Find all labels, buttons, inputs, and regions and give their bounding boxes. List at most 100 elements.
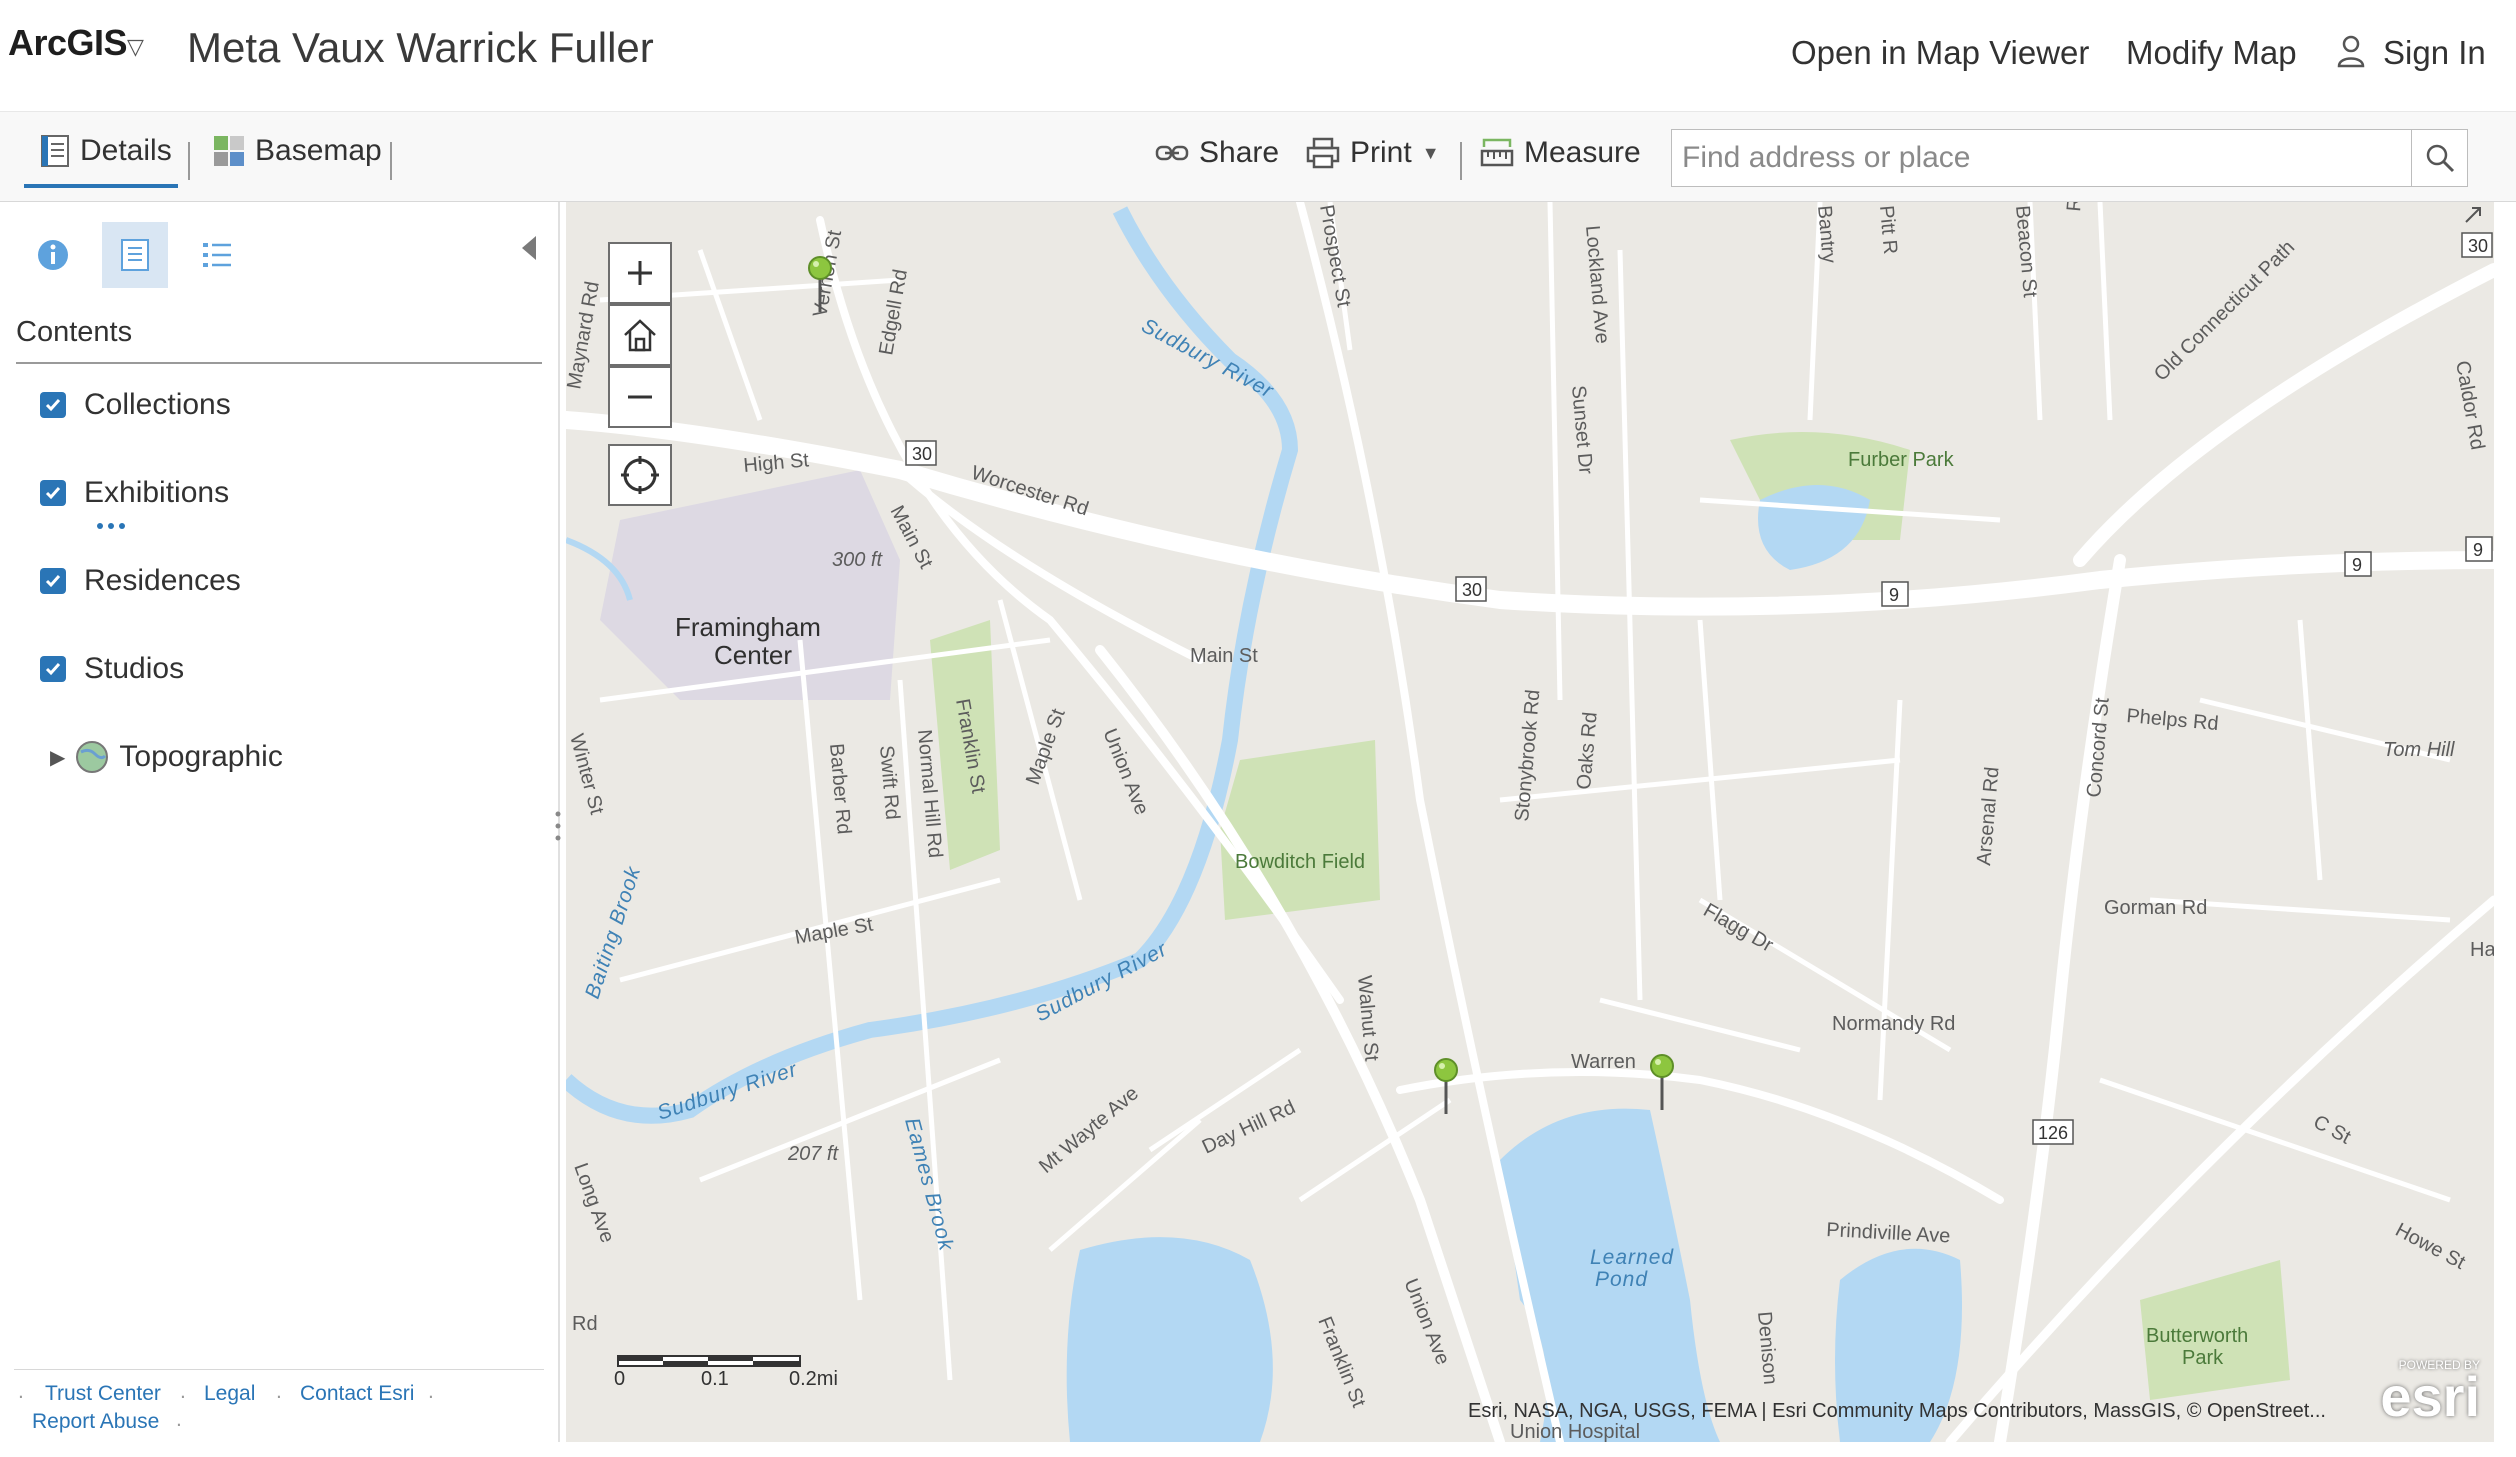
divider [188, 142, 190, 180]
home-button[interactable] [608, 304, 672, 366]
divider [390, 142, 392, 180]
basemap-globe-icon [76, 741, 109, 773]
chevron-down-icon[interactable]: ▽ [127, 34, 144, 60]
street-label: Ha [2470, 939, 2494, 961]
zoom-out-button[interactable] [608, 366, 672, 428]
printer-icon [1306, 137, 1340, 169]
checkbox-checked[interactable] [40, 392, 66, 418]
info-icon [38, 240, 68, 270]
layer-item-residences[interactable]: Residences [40, 564, 241, 598]
place-label: Center [714, 640, 792, 670]
route-shield-label: 9 [1889, 585, 1899, 605]
search-button[interactable] [2411, 130, 2467, 186]
map-view[interactable]: Framingham Center Furber Park Bowditch F… [566, 202, 2494, 1442]
expand-icon[interactable] [2465, 207, 2481, 223]
street-label: Swift Rd [875, 745, 903, 821]
separator-dot: . [180, 1380, 186, 1403]
search-input[interactable] [1682, 130, 2382, 186]
esri-logo[interactable]: POWERED BY esri [2356, 1358, 2480, 1428]
contents-heading: Contents [16, 316, 133, 348]
legend-list-icon [203, 243, 231, 267]
street-label: Concord St [2083, 696, 2114, 798]
window-edge [2494, 202, 2516, 1442]
measure-button[interactable]: Measure [1480, 136, 1641, 170]
panel-resize-handle[interactable] [554, 808, 562, 848]
divider [14, 1369, 544, 1370]
open-in-map-viewer-link[interactable]: Open in Map Viewer [1791, 34, 2089, 72]
route-shield-label: 126 [2038, 1123, 2068, 1143]
route-shield-label: 9 [2473, 540, 2483, 560]
street-label: Long Ave [569, 1160, 618, 1246]
park-label: Furber Park [1848, 449, 1955, 471]
water-label: Baiting Brook [581, 863, 646, 1002]
street-label: Gorman Rd [2104, 897, 2207, 919]
elevation-label: 300 ft [832, 549, 883, 571]
separator-dot: . [276, 1380, 282, 1403]
street-label: Lockland Ave [1581, 225, 1613, 345]
legend-tab[interactable] [184, 222, 250, 288]
pond-southwest [1066, 1237, 1273, 1442]
street-label: Stonybrook Rd [1511, 689, 1544, 823]
checkbox-checked[interactable] [40, 656, 66, 682]
route-shield-label: 30 [1462, 580, 1482, 600]
layer-item-studios[interactable]: Studios [40, 652, 184, 686]
trust-center-link[interactable]: Trust Center [45, 1382, 161, 1406]
basemap-tab[interactable]: Basemap [213, 134, 382, 168]
link-icon [1155, 145, 1189, 161]
arcgis-logo[interactable]: ArcGIS [8, 22, 128, 64]
street-label: Normandy Rd [1832, 1013, 1955, 1035]
street-label: Old Connecticut Path [2150, 236, 2299, 385]
layer-item-collections[interactable]: Collections [40, 388, 231, 422]
street-label: Rd [572, 1313, 598, 1335]
share-button[interactable]: Share [1155, 136, 1279, 170]
layer-item-topographic[interactable]: ▶ Topographic [50, 740, 283, 774]
map-attribution[interactable]: Esri, NASA, NGA, USGS, FEMA | Esri Commu… [1468, 1400, 2326, 1423]
location-pin[interactable] [1650, 1054, 1674, 1110]
street-label: Prindiville Ave [1826, 1219, 1951, 1247]
street-label: Arsenal Rd [1973, 766, 2004, 866]
modify-map-link[interactable]: Modify Map [2126, 34, 2297, 72]
layer-item-exhibitions[interactable]: Exhibitions [40, 476, 229, 510]
divider [16, 362, 542, 364]
expand-caret-icon[interactable]: ▶ [50, 745, 65, 770]
street-label: Winter St [566, 732, 608, 818]
water-label: Eames Brook [900, 1115, 958, 1254]
water-label: Pond [1595, 1268, 1648, 1291]
layer-label: Topographic [119, 740, 283, 773]
street-label: Franklin St [1313, 1314, 1369, 1411]
user-icon[interactable] [2337, 34, 2365, 68]
basemap-layer[interactable]: Framingham Center Furber Park Bowditch F… [566, 202, 2494, 1442]
park-label: Butterworth [2146, 1325, 2248, 1347]
plus-icon [628, 261, 652, 285]
contact-esri-link[interactable]: Contact Esri [300, 1382, 414, 1406]
zoom-in-button[interactable] [608, 242, 672, 304]
layer-label: Collections [84, 388, 231, 421]
chevron-down-icon: ▼ [1421, 142, 1440, 163]
street-label: Howe St [2392, 1219, 2469, 1274]
search-box [1671, 129, 2468, 187]
window-edge [0, 1442, 2516, 1457]
route-shields: 30 30 30 9 9 9 126 [905, 232, 2493, 1145]
street-label: Royce Rd [2063, 202, 2093, 212]
sign-in-link[interactable]: Sign In [2383, 34, 2486, 72]
separator-dot: . [18, 1380, 24, 1403]
legal-link[interactable]: Legal [204, 1382, 255, 1406]
street-label: Pitt R [1875, 205, 1901, 256]
separator-dot: . [176, 1408, 182, 1431]
details-tab-label: Details [80, 134, 172, 167]
park-label: Park [2182, 1347, 2224, 1369]
collapse-panel-icon[interactable] [522, 236, 536, 260]
street-label: Caldor Rd [2451, 359, 2488, 451]
about-tab[interactable] [20, 222, 86, 288]
scale-label: 0.2mi [789, 1368, 838, 1390]
street-label: Oaks Rd [1573, 711, 1602, 790]
print-button[interactable]: Print ▼ [1306, 136, 1440, 170]
report-abuse-link[interactable]: Report Abuse [32, 1410, 159, 1434]
checkbox-checked[interactable] [40, 480, 66, 506]
more-options-icon[interactable] [96, 522, 126, 530]
locate-button[interactable] [608, 444, 672, 506]
details-tab[interactable]: Details [40, 134, 172, 168]
checkbox-checked[interactable] [40, 568, 66, 594]
active-tab-indicator [24, 184, 178, 188]
contents-tab[interactable] [102, 222, 168, 288]
